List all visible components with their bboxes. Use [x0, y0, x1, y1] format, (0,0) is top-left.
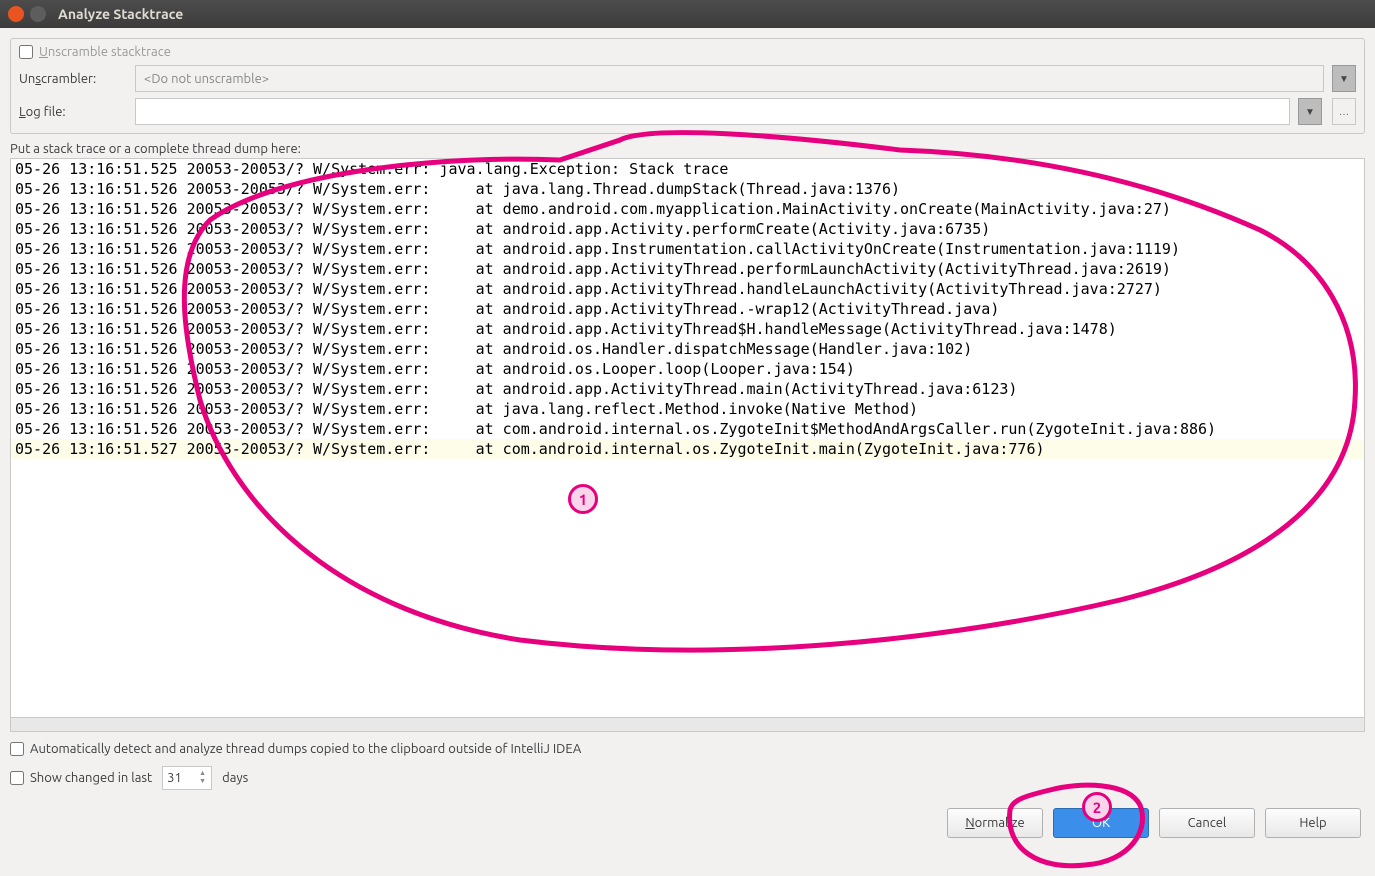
- window-minimize-icon[interactable]: [30, 6, 46, 22]
- trace-line: 05-26 13:16:51.526 20053-20053/? W/Syste…: [11, 319, 1364, 339]
- cancel-button[interactable]: Cancel: [1159, 808, 1255, 838]
- trace-line: 05-26 13:16:51.526 20053-20053/? W/Syste…: [11, 359, 1364, 379]
- unscramble-checkbox[interactable]: [19, 45, 33, 59]
- logfile-input[interactable]: [135, 98, 1290, 125]
- autodetect-label: Automatically detect and analyze thread …: [30, 742, 581, 756]
- trace-line: 05-26 13:16:51.526 20053-20053/? W/Syste…: [11, 299, 1364, 319]
- window-titlebar: Analyze Stacktrace: [0, 0, 1375, 28]
- trace-line: 05-26 13:16:51.525 20053-20053/? W/Syste…: [11, 159, 1364, 179]
- trace-line: 05-26 13:16:51.526 20053-20053/? W/Syste…: [11, 279, 1364, 299]
- window-title: Analyze Stacktrace: [58, 6, 183, 22]
- bottom-options: Automatically detect and analyze thread …: [10, 742, 1365, 790]
- unscrambler-dropdown-icon[interactable]: ▼: [1332, 65, 1356, 92]
- unscrambler-value: <Do not unscramble>: [144, 72, 269, 86]
- logfile-label: Log file:: [19, 105, 127, 119]
- showchanged-prefix: Show changed in last: [30, 771, 152, 785]
- trace-line: 05-26 13:16:51.526 20053-20053/? W/Syste…: [11, 219, 1364, 239]
- trace-line: 05-26 13:16:51.526 20053-20053/? W/Syste…: [11, 379, 1364, 399]
- trace-line: 05-26 13:16:51.526 20053-20053/? W/Syste…: [11, 199, 1364, 219]
- autodetect-checkbox[interactable]: [10, 742, 24, 756]
- dialog-buttons: Normalize OK Cancel Help: [10, 808, 1365, 838]
- logfile-history-icon[interactable]: ▼: [1298, 98, 1322, 125]
- unscramble-panel: Unscramble stacktrace Unscrambler: <Do n…: [10, 38, 1365, 134]
- trace-line: 05-26 13:16:51.526 20053-20053/? W/Syste…: [11, 339, 1364, 359]
- logfile-browse-button[interactable]: …: [1332, 98, 1356, 125]
- trace-line: 05-26 13:16:51.526 20053-20053/? W/Syste…: [11, 259, 1364, 279]
- days-spinner-input[interactable]: 31 ▲▼: [162, 766, 212, 790]
- annotation-marker-2: 2: [1082, 792, 1112, 822]
- help-button[interactable]: Help: [1265, 808, 1361, 838]
- showchanged-suffix: days: [222, 771, 248, 785]
- trace-line: 05-26 13:16:51.526 20053-20053/? W/Syste…: [11, 399, 1364, 419]
- dialog-content: Unscramble stacktrace Unscrambler: <Do n…: [0, 28, 1375, 844]
- days-value: 31: [167, 771, 182, 785]
- annotation-marker-1: 1: [568, 484, 598, 514]
- trace-line: 05-26 13:16:51.526 20053-20053/? W/Syste…: [11, 179, 1364, 199]
- trace-line: 05-26 13:16:51.526 20053-20053/? W/Syste…: [11, 239, 1364, 259]
- spinner-arrows-icon[interactable]: ▲▼: [199, 769, 209, 785]
- horizontal-scrollbar[interactable]: [10, 718, 1365, 732]
- trace-line: 05-26 13:16:51.527 20053-20053/? W/Syste…: [11, 439, 1364, 459]
- stacktrace-textarea[interactable]: 05-26 13:16:51.525 20053-20053/? W/Syste…: [10, 158, 1365, 718]
- unscrambler-combo[interactable]: <Do not unscramble>: [135, 65, 1324, 92]
- trace-line: 05-26 13:16:51.526 20053-20053/? W/Syste…: [11, 419, 1364, 439]
- normalize-button[interactable]: Normalize: [947, 808, 1043, 838]
- unscramble-checkbox-label: Unscramble stacktrace: [39, 45, 171, 59]
- showchanged-checkbox[interactable]: [10, 771, 24, 785]
- unscrambler-label: Unscrambler:: [19, 72, 127, 86]
- instruction-label: Put a stack trace or a complete thread d…: [10, 142, 1365, 156]
- window-close-icon[interactable]: [8, 6, 24, 22]
